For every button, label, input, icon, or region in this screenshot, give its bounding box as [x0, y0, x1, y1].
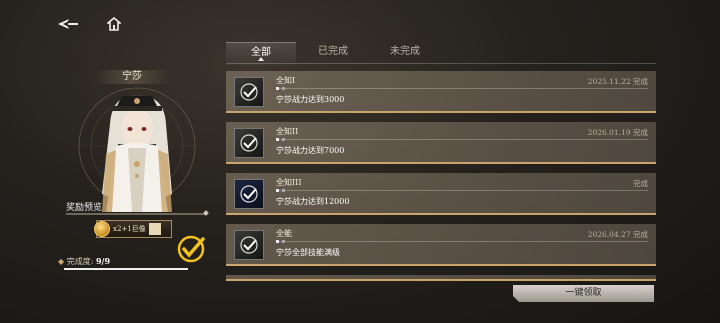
reward-divider	[66, 210, 209, 216]
achievement-thumbnail	[234, 179, 264, 209]
list-scroll-edge	[226, 275, 656, 281]
check-icon	[240, 83, 258, 101]
top-bar	[0, 0, 720, 44]
achievement-list: 全知I 宁莎战力达到3000 2025.11.22 完成 全知II 宁莎战力达到…	[226, 71, 656, 281]
achievement-card[interactable]: 全知III 宁莎战力达到12000 完成	[226, 173, 656, 215]
reward-item[interactable]: x2+1巨像	[94, 220, 172, 238]
home-button[interactable]	[104, 14, 124, 34]
achievement-title: 全知II	[276, 127, 299, 136]
check-icon	[240, 185, 258, 203]
check-icon	[240, 236, 258, 254]
progress-bar	[64, 268, 188, 270]
progress-value: 9/9	[95, 256, 111, 266]
achievement-card[interactable]: 全知II 宁莎战力达到7000 2026.01.19 完成	[226, 122, 656, 164]
progress-label-text: 完成度:	[66, 257, 94, 266]
achievement-date: 2026.01.19 完成	[587, 128, 648, 137]
active-tab-indicator	[258, 57, 264, 61]
tab-bar: 全部 已完成 未完成	[226, 42, 656, 65]
achievement-title: 全能	[276, 229, 292, 238]
reward-item-text: x2+1巨像	[113, 225, 146, 233]
claim-all-button[interactable]: 一键领取	[513, 285, 654, 302]
character-panel: 宁莎 奖励预览 x2+1巨像 ◆ 完成度: 9/9	[52, 70, 212, 270]
character-portrait	[78, 87, 196, 212]
achievement-description: 宁莎全部技能满级	[276, 248, 340, 257]
back-button[interactable]	[56, 14, 80, 34]
reward-preview-title: 奖励预览	[66, 203, 103, 213]
achievement-description: 宁莎战力达到12000	[276, 197, 350, 206]
card-divider	[276, 189, 648, 192]
achievement-date: 2025.11.22 完成	[587, 77, 648, 86]
achievement-card[interactable]: 全能 宁莎全部技能满级 2026.04.27 完成	[226, 224, 656, 266]
achievement-date: 完成	[633, 179, 648, 188]
achievement-description: 宁莎战力达到7000	[276, 146, 345, 155]
achievement-thumbnail	[234, 230, 264, 260]
coin-icon	[94, 221, 110, 237]
achievement-date: 2026.04.27 完成	[587, 230, 648, 239]
reward-quantity-icon	[148, 223, 161, 235]
home-icon	[107, 17, 121, 31]
tab-completed[interactable]: 已完成	[298, 42, 368, 64]
achievement-title: 全知III	[276, 178, 302, 187]
achievement-thumbnail	[234, 128, 264, 158]
progress-fill	[64, 268, 188, 270]
tab-underline	[226, 63, 656, 64]
achievement-thumbnail	[234, 77, 264, 107]
achievement-description: 宁莎战力达到3000	[276, 95, 345, 104]
card-divider	[276, 138, 648, 141]
claimed-check-icon	[177, 235, 205, 263]
card-divider	[276, 240, 648, 243]
achievement-title: 全知I	[276, 76, 296, 85]
achievement-card[interactable]: 全知I 宁莎战力达到3000 2025.11.22 完成	[226, 71, 656, 113]
back-arrow-icon	[58, 19, 78, 29]
tab-all[interactable]: 全部	[226, 42, 296, 65]
diamond-bullet-icon: ◆	[58, 257, 65, 266]
tab-incomplete[interactable]: 未完成	[370, 42, 440, 64]
check-icon	[240, 134, 258, 152]
card-divider	[276, 87, 648, 90]
character-name: 宁莎	[94, 70, 170, 84]
progress-label: ◆ 完成度: 9/9	[58, 256, 110, 267]
